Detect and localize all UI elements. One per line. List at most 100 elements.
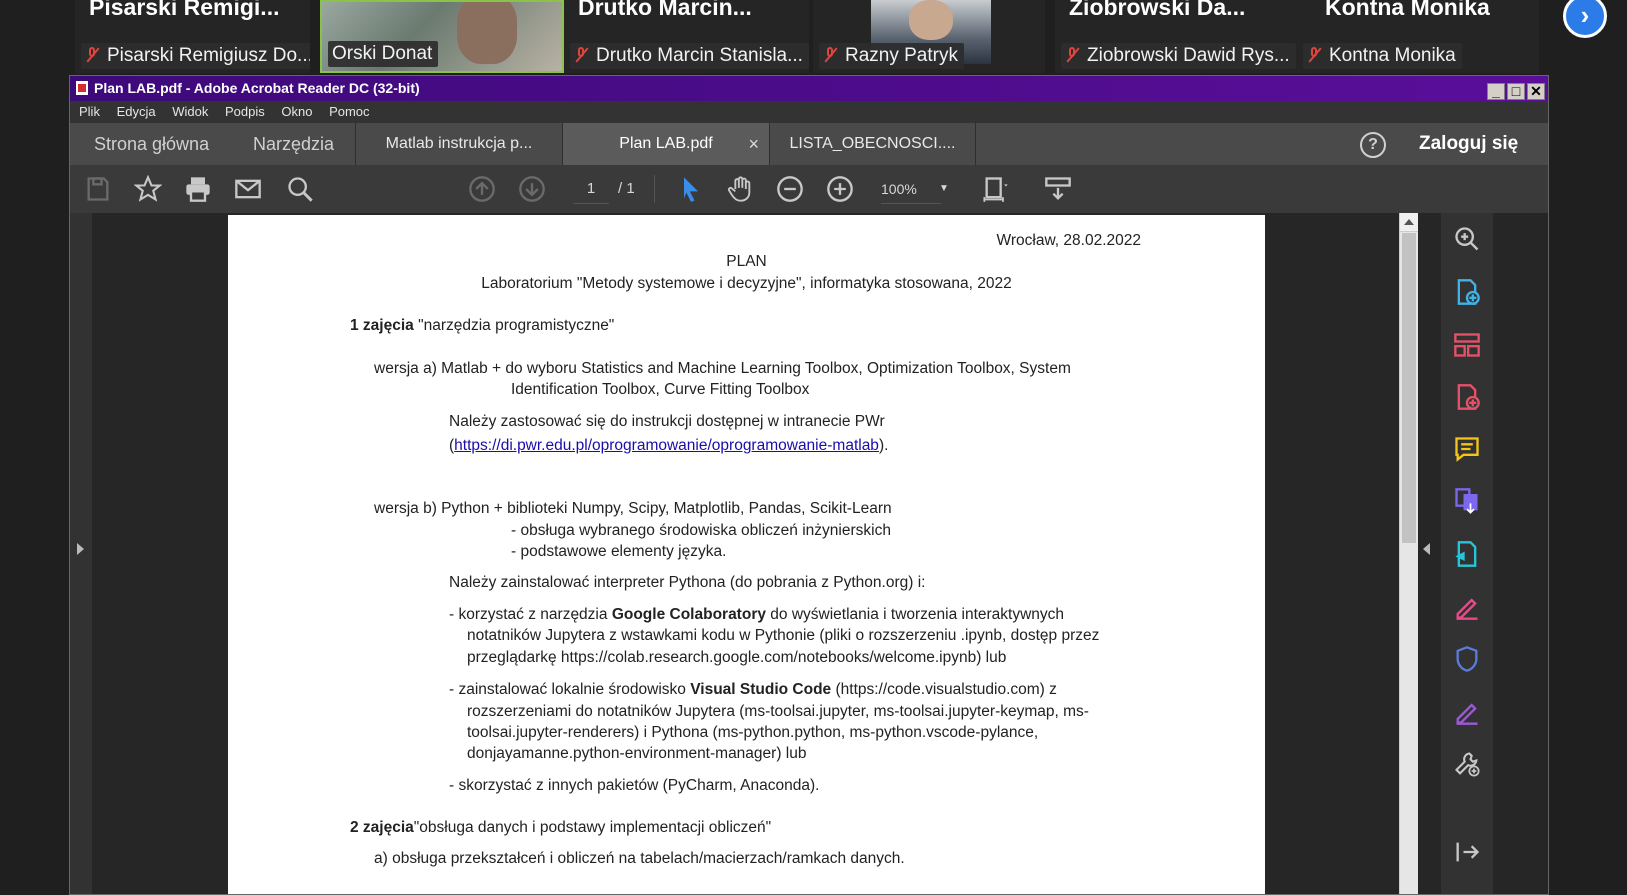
zoom-in-icon[interactable] [826,175,854,203]
expand-left-panel-icon[interactable] [77,543,84,555]
bullet-colab-line-1: - korzystać z narzędzia Google Colaborat… [449,606,1065,623]
participant-label: Razny Patryk [819,43,964,69]
participant-tile[interactable]: Kontna Monika Kontna Monika [1297,0,1539,73]
bullet-vscode-line-3: toolsai.jupyter-renderers) i Pythona (ms… [467,724,1039,741]
document-date: Wrocław, 28.02.2022 [996,232,1141,249]
create-pdf-icon[interactable] [1453,278,1481,306]
expand-panel-icon[interactable] [1453,838,1481,866]
mic-muted-icon [1307,46,1321,64]
minimize-button[interactable]: _ [1487,83,1505,100]
zoom-level-select[interactable]: 100% [881,175,941,204]
participant-label: Orski Donat [328,41,439,67]
keyboard-shortcuts-icon[interactable] [1044,175,1072,203]
version-a-line-2: Identification Toolbox, Curve Fitting To… [511,381,810,398]
help-icon[interactable]: ? [1360,132,1386,158]
menu-edycja[interactable]: Edycja [117,104,156,119]
document-heading: PLAN [726,253,767,270]
participant-big-name: Kontna Monika [1325,0,1490,20]
export-pdf-icon[interactable] [1453,383,1481,411]
section-1-heading: 1 zajęcia "narzędzia programistyczne" [350,317,615,334]
mic-muted-icon [1065,46,1079,64]
main-toolbar: 1 / 1 100% ▼ [70,165,1548,214]
scroll-up-icon[interactable] [1400,213,1418,232]
maximize-button[interactable]: □ [1507,83,1525,100]
participant-tile[interactable]: Ziobrowski Da... Ziobrowski Dawid Rys... [1055,0,1297,73]
close-window-button[interactable]: ✕ [1527,83,1545,100]
participant-label: Ziobrowski Dawid Rys... [1061,43,1296,69]
left-panel-collapsed[interactable] [70,213,92,894]
right-tools-panel [1441,213,1493,894]
email-icon[interactable] [234,175,262,203]
participant-tile[interactable]: Pisarski Remigi... Pisarski Remigiusz Do… [75,0,310,73]
organize-pages-icon[interactable] [1453,331,1481,359]
tab-document-plan[interactable]: Plan LAB.pdf × [562,123,769,165]
bullet-vscode-line-1: - zainstalować lokalnie środowisko Visua… [449,681,1057,698]
participant-big-name: Pisarski Remigi... [89,0,280,20]
tab-document-matlab[interactable]: Matlab instrukcja p... [355,123,562,165]
bookmark-star-icon[interactable] [133,174,163,203]
menu-widok[interactable]: Widok [172,104,208,119]
bullet-colab-line-3: przeglądarkę https://colab.research.goog… [467,649,1007,666]
combine-files-icon[interactable] [1453,487,1481,515]
section-2-item-a: a) obsługa przekształceń i obliczeń na t… [374,850,905,867]
page-total: / 1 [618,180,635,197]
version-b-line-2: - obsługa wybranego środowiska obliczeń … [511,522,891,539]
tab-document-lista[interactable]: LISTA_OBECNOSCI.... [769,123,976,165]
find-search-icon[interactable] [286,175,314,203]
participant-label: Kontna Monika [1303,43,1462,69]
protect-icon[interactable] [1453,645,1481,673]
menu-pomoc[interactable]: Pomoc [329,104,369,119]
version-a-note: Należy zastosować się do instrukcji dost… [449,413,885,430]
search-zoom-icon[interactable] [1453,225,1481,253]
tab-tools[interactable]: Narzędzia [253,123,334,165]
version-a-link-line: (https://di.pwr.edu.pl/oprogramowanie/op… [449,437,889,454]
version-b-note: Należy zainstalować interpreter Pythona … [449,574,926,591]
page-number-input[interactable]: 1 [573,175,609,204]
next-page-icon[interactable] [518,175,546,203]
previous-page-icon[interactable] [468,175,496,203]
menu-bar: Plik Edycja Widok Podpis Okno Pomoc [70,101,1548,123]
meeting-participants-strip: Pisarski Remigi... Pisarski Remigiusz Do… [0,0,1627,73]
section-2-heading: 2 zajęcia"obsługa danych i podstawy impl… [350,819,772,836]
participant-tile[interactable]: Drutko Marcin... Drutko Marcin Stanisla.… [564,0,809,73]
tab-bar: Strona główna Narzędzia Matlab instrukcj… [70,123,1548,165]
save-icon[interactable] [84,175,112,203]
fill-sign-icon[interactable] [1453,593,1481,621]
send-signature-icon[interactable] [1453,540,1481,568]
window-title: Plan LAB.pdf - Adobe Acrobat Reader DC (… [94,80,420,96]
document-workarea: Wrocław, 28.02.2022 PLAN Laboratorium "M… [70,213,1548,894]
more-tools-icon[interactable] [1453,750,1481,778]
mic-muted-icon [574,46,588,64]
menu-okno[interactable]: Okno [281,104,312,119]
hand-tool-icon[interactable] [726,175,754,203]
zoom-dropdown-icon[interactable]: ▼ [939,175,949,203]
print-icon[interactable] [184,175,212,203]
select-cursor-icon[interactable] [677,175,705,203]
menu-plik[interactable]: Plik [79,104,100,119]
mic-muted-icon [85,46,99,64]
version-a-line-1: wersja a) Matlab + do wyboru Statistics … [374,360,1071,377]
window-titlebar[interactable]: Plan LAB.pdf - Adobe Acrobat Reader DC (… [70,76,1548,101]
matlab-link[interactable]: https://di.pwr.edu.pl/oprogramowanie/opr… [454,437,879,454]
acrobat-window: Plan LAB.pdf - Adobe Acrobat Reader DC (… [69,75,1549,895]
version-b-line-1: wersja b) Python + biblioteki Numpy, Sci… [374,500,892,517]
mic-muted-icon [823,46,837,64]
sign-icon[interactable] [1453,698,1481,726]
zoom-out-icon[interactable] [776,175,804,203]
scrollbar-thumb[interactable] [1402,233,1416,543]
participant-label: Pisarski Remigiusz Do... [81,43,310,69]
participant-big-name: Ziobrowski Da... [1069,0,1246,20]
toolbar-divider [654,175,655,203]
close-tab-icon[interactable]: × [748,123,759,165]
menu-podpis[interactable]: Podpis [225,104,265,119]
participant-tile[interactable]: Razny Patryk [813,0,1045,73]
comment-icon[interactable] [1453,435,1481,463]
vertical-scrollbar[interactable] [1399,213,1418,894]
collapse-right-panel-icon[interactable] [1423,543,1430,555]
next-participants-button[interactable]: › [1563,0,1607,38]
tab-home[interactable]: Strona główna [94,123,209,165]
pdf-page[interactable]: Wrocław, 28.02.2022 PLAN Laboratorium "M… [228,215,1265,894]
participant-tile-active[interactable]: Orski Donat [320,0,564,73]
page-fit-icon[interactable] [982,175,1010,203]
login-button[interactable]: Zaloguj się [1419,123,1518,165]
